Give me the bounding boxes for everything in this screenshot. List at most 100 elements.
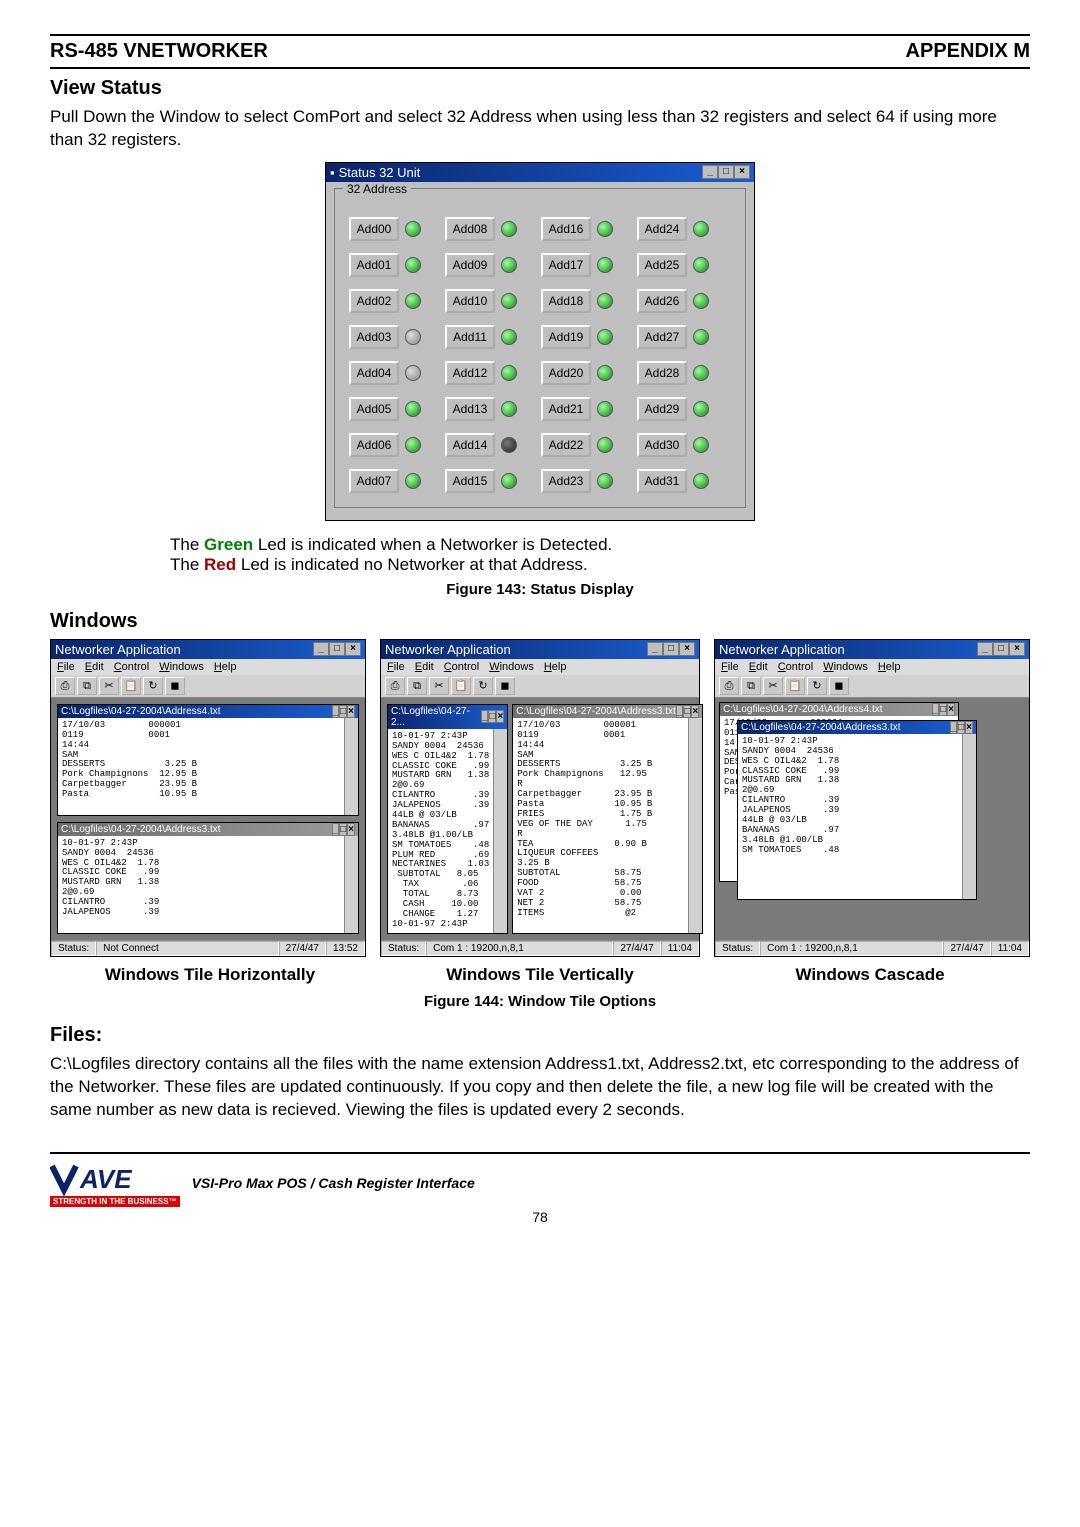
- maximize-icon[interactable]: □: [663, 642, 679, 656]
- menu-item[interactable]: Windows: [489, 661, 534, 673]
- copy-icon[interactable]: ⧉: [407, 677, 427, 695]
- cut-icon[interactable]: ✂: [763, 677, 783, 695]
- address-button[interactable]: Add19: [541, 325, 591, 349]
- address-button[interactable]: Add22: [541, 433, 591, 457]
- address-button[interactable]: Add12: [445, 361, 495, 385]
- address-button[interactable]: Add01: [349, 253, 399, 277]
- address-button[interactable]: Add04: [349, 361, 399, 385]
- menu-item[interactable]: Edit: [749, 661, 768, 673]
- scrollbar[interactable]: [493, 729, 507, 933]
- minimize-icon[interactable]: _: [332, 705, 340, 718]
- address-button[interactable]: Add09: [445, 253, 495, 277]
- menu-item[interactable]: Help: [544, 661, 567, 673]
- paste-icon[interactable]: 📋: [121, 677, 141, 695]
- close-icon[interactable]: ×: [947, 703, 955, 716]
- maximize-icon[interactable]: □: [957, 721, 965, 734]
- menu-item[interactable]: Windows: [823, 661, 868, 673]
- menu-item[interactable]: File: [721, 661, 739, 673]
- menu-item[interactable]: Edit: [85, 661, 104, 673]
- menu-item[interactable]: File: [57, 661, 75, 673]
- address-button[interactable]: Add20: [541, 361, 591, 385]
- address-button[interactable]: Add10: [445, 289, 495, 313]
- stop-icon[interactable]: ◼: [829, 677, 849, 695]
- address-button[interactable]: Add14: [445, 433, 495, 457]
- cut-icon[interactable]: ✂: [99, 677, 119, 695]
- address-button[interactable]: Add06: [349, 433, 399, 457]
- address-button[interactable]: Add02: [349, 289, 399, 313]
- address-button[interactable]: Add28: [637, 361, 687, 385]
- menu-item[interactable]: Control: [114, 661, 149, 673]
- minimize-icon[interactable]: _: [950, 721, 958, 734]
- address-button[interactable]: Add23: [541, 469, 591, 493]
- paste-icon[interactable]: 📋: [785, 677, 805, 695]
- refresh-icon[interactable]: ↻: [473, 677, 493, 695]
- brand-logo: AVE STRENGTH IN THE BUSINESS™: [50, 1162, 180, 1207]
- status-date: 27/4/47: [943, 941, 990, 956]
- paste-icon[interactable]: 📋: [451, 677, 471, 695]
- minimize-icon[interactable]: _: [702, 165, 718, 179]
- address-button[interactable]: Add17: [541, 253, 591, 277]
- scrollbar[interactable]: [344, 718, 358, 815]
- minimize-icon[interactable]: _: [313, 642, 329, 656]
- address-button[interactable]: Add29: [637, 397, 687, 421]
- stop-icon[interactable]: ◼: [495, 677, 515, 695]
- close-icon[interactable]: ×: [347, 823, 355, 836]
- address-button[interactable]: Add24: [637, 217, 687, 241]
- cut-icon[interactable]: ✂: [429, 677, 449, 695]
- close-icon[interactable]: ×: [679, 642, 695, 656]
- minimize-icon[interactable]: _: [332, 823, 340, 836]
- address-button[interactable]: Add30: [637, 433, 687, 457]
- refresh-icon[interactable]: ↻: [807, 677, 827, 695]
- scrollbar[interactable]: [962, 734, 976, 899]
- address-button[interactable]: Add25: [637, 253, 687, 277]
- status-led: [405, 293, 421, 309]
- address-button[interactable]: Add05: [349, 397, 399, 421]
- address-button[interactable]: Add26: [637, 289, 687, 313]
- address-button[interactable]: Add13: [445, 397, 495, 421]
- scrollbar[interactable]: [344, 836, 358, 933]
- status-window-title: ▪ Status 32 Unit: [330, 165, 420, 180]
- maximize-icon[interactable]: □: [339, 823, 347, 836]
- close-icon[interactable]: ×: [347, 705, 355, 718]
- menu-item[interactable]: File: [387, 661, 405, 673]
- menu-item[interactable]: Control: [778, 661, 813, 673]
- minimize-icon[interactable]: _: [647, 642, 663, 656]
- address-button[interactable]: Add31: [637, 469, 687, 493]
- copy-icon[interactable]: ⧉: [77, 677, 97, 695]
- menu-item[interactable]: Edit: [415, 661, 434, 673]
- menu-item[interactable]: Help: [214, 661, 237, 673]
- address-button[interactable]: Add27: [637, 325, 687, 349]
- minimize-icon[interactable]: _: [977, 642, 993, 656]
- maximize-icon[interactable]: □: [993, 642, 1009, 656]
- copy-icon[interactable]: ⧉: [741, 677, 761, 695]
- maximize-icon[interactable]: □: [939, 703, 947, 716]
- stop-icon[interactable]: ◼: [165, 677, 185, 695]
- close-icon[interactable]: ×: [965, 721, 973, 734]
- close-icon[interactable]: ×: [496, 710, 504, 723]
- address-button[interactable]: Add03: [349, 325, 399, 349]
- print-icon[interactable]: ⎙: [719, 677, 739, 695]
- maximize-icon[interactable]: □: [329, 642, 345, 656]
- minimize-icon[interactable]: _: [932, 703, 940, 716]
- address-button[interactable]: Add11: [445, 325, 495, 349]
- address-button[interactable]: Add15: [445, 469, 495, 493]
- print-icon[interactable]: ⎙: [55, 677, 75, 695]
- menu-item[interactable]: Windows: [159, 661, 204, 673]
- address-button[interactable]: Add07: [349, 469, 399, 493]
- scrollbar[interactable]: [688, 718, 702, 933]
- close-icon[interactable]: ×: [691, 705, 699, 718]
- address-button[interactable]: Add00: [349, 217, 399, 241]
- menu-item[interactable]: Control: [444, 661, 479, 673]
- address-button[interactable]: Add16: [541, 217, 591, 241]
- maximize-icon[interactable]: □: [718, 165, 734, 179]
- print-icon[interactable]: ⎙: [385, 677, 405, 695]
- maximize-icon[interactable]: □: [339, 705, 347, 718]
- close-icon[interactable]: ×: [1009, 642, 1025, 656]
- menu-item[interactable]: Help: [878, 661, 901, 673]
- close-icon[interactable]: ×: [734, 165, 750, 179]
- address-button[interactable]: Add21: [541, 397, 591, 421]
- close-icon[interactable]: ×: [345, 642, 361, 656]
- address-button[interactable]: Add18: [541, 289, 591, 313]
- refresh-icon[interactable]: ↻: [143, 677, 163, 695]
- address-button[interactable]: Add08: [445, 217, 495, 241]
